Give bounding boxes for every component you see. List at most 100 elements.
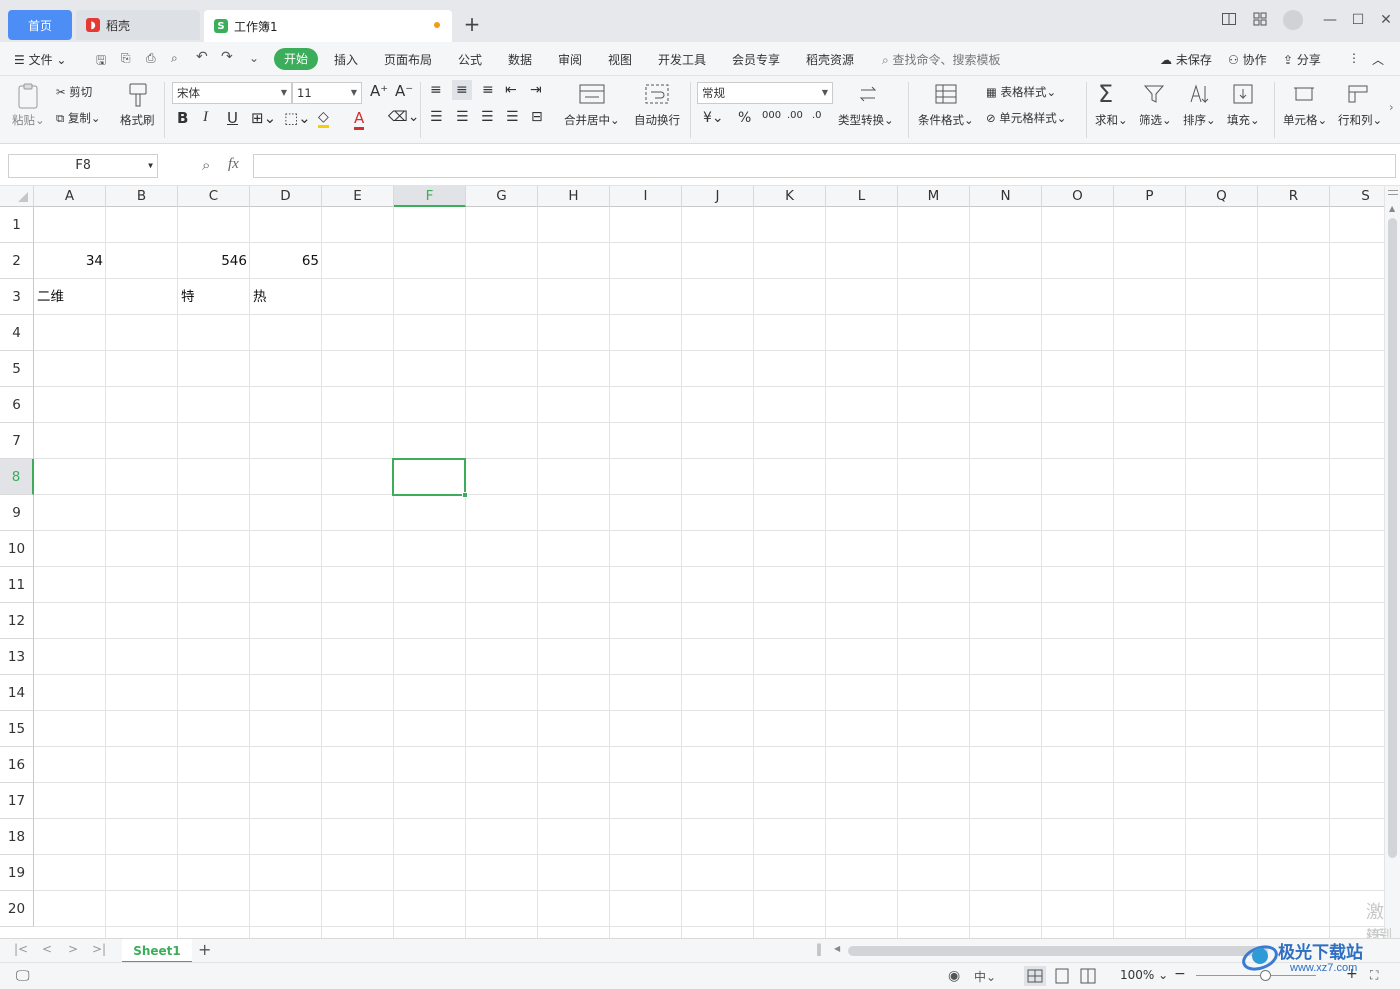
column-header-n[interactable]: N	[970, 186, 1042, 207]
row-header-6[interactable]: 6	[0, 387, 34, 423]
column-header-i[interactable]: I	[610, 186, 682, 207]
quick-access-dropdown-icon[interactable]: ⌄	[249, 51, 259, 65]
row-header-5[interactable]: 5	[0, 351, 34, 387]
decrease-font-icon[interactable]: A⁻	[395, 82, 413, 100]
number-format-select[interactable]: 常规 ▼	[697, 82, 833, 104]
align-top-icon[interactable]: ≡	[430, 82, 442, 98]
conditional-format-icon[interactable]	[934, 82, 958, 109]
row-header-1[interactable]: 1	[0, 207, 34, 243]
font-name-select[interactable]: 宋体 ▼	[172, 82, 292, 104]
cell-area[interactable]: 34 546 65 二维 特热	[34, 207, 1384, 938]
sum-button[interactable]: 求和⌄	[1095, 112, 1128, 128]
row-header-19[interactable]: 19	[0, 855, 34, 891]
filter-button[interactable]: 筛选⌄	[1139, 112, 1172, 128]
column-header-g[interactable]: G	[466, 186, 538, 207]
cell-a2[interactable]: 34	[34, 243, 106, 279]
print-icon[interactable]: ⎙	[146, 51, 156, 66]
border-icon[interactable]: ⊞⌄	[251, 109, 276, 127]
sheet-tab[interactable]: Sheet1	[122, 939, 192, 963]
cell-button[interactable]: 单元格⌄	[1283, 112, 1327, 128]
column-header-j[interactable]: J	[682, 186, 754, 207]
page-layout-view-icon[interactable]	[1052, 966, 1072, 989]
row-header-12[interactable]: 12	[0, 603, 34, 639]
italic-icon[interactable]: I	[203, 109, 208, 126]
undo-icon[interactable]: ↶	[196, 49, 208, 65]
justify-icon[interactable]: ☰	[506, 109, 519, 125]
new-tab-button[interactable]: +	[462, 12, 482, 36]
first-sheet-icon[interactable]: |<	[14, 942, 28, 956]
currency-icon[interactable]: ¥⌄	[703, 110, 724, 126]
maximize-icon[interactable]: ☐	[1348, 11, 1368, 29]
column-header-q[interactable]: Q	[1186, 186, 1258, 207]
eye-protection-icon[interactable]: ◉	[948, 968, 960, 984]
row-header-18[interactable]: 18	[0, 819, 34, 855]
format-painter-icon[interactable]	[126, 82, 150, 113]
thousands-icon[interactable]: 000	[762, 110, 781, 121]
formula-input[interactable]	[253, 154, 1396, 178]
row-header-13[interactable]: 13	[0, 639, 34, 675]
wrap-text-button[interactable]: 自动换行	[634, 112, 680, 128]
save-icon[interactable]: 🖫	[96, 51, 106, 72]
ribbon-scroll-right-icon[interactable]: ›	[1389, 100, 1394, 114]
bold-icon[interactable]: B	[177, 109, 188, 127]
sum-icon[interactable]: Σ	[1098, 80, 1113, 108]
menu-formula[interactable]: 公式	[458, 51, 482, 68]
column-header-d[interactable]: D	[250, 186, 322, 207]
align-left-icon[interactable]: ☰	[430, 109, 443, 125]
row-header-8[interactable]: 8	[0, 459, 34, 495]
column-header-p[interactable]: P	[1114, 186, 1186, 207]
filter-icon[interactable]	[1142, 82, 1166, 109]
font-color-icon[interactable]: A	[354, 109, 365, 130]
distribute-icon[interactable]: ⊟	[531, 109, 543, 125]
unsaved-status[interactable]: ☁ 未保存	[1160, 51, 1212, 68]
vertical-scroll-thumb[interactable]	[1388, 218, 1397, 858]
normal-view-button[interactable]	[1024, 966, 1046, 986]
scroll-left-icon[interactable]: ◀	[834, 944, 840, 953]
tab-docer[interactable]: ◗ 稻壳	[76, 10, 200, 40]
input-method-icon[interactable]: 中⌄	[974, 968, 996, 985]
macro-record-icon[interactable]: 🖵	[16, 968, 30, 984]
menu-developer[interactable]: 开发工具	[658, 51, 706, 68]
menu-member[interactable]: 会员专享	[732, 51, 780, 68]
sort-button[interactable]: 排序⌄	[1183, 112, 1216, 128]
column-header-m[interactable]: M	[898, 186, 970, 207]
prev-sheet-icon[interactable]: <	[42, 942, 52, 956]
function-icon[interactable]: fx	[228, 156, 239, 173]
row-header-16[interactable]: 16	[0, 747, 34, 783]
column-header-a[interactable]: A	[34, 186, 106, 207]
row-header-17[interactable]: 17	[0, 783, 34, 819]
underline-icon[interactable]: U	[227, 109, 238, 127]
row-header-3[interactable]: 3	[0, 279, 34, 315]
cell-c2[interactable]: 546	[178, 243, 250, 279]
decrease-indent-icon[interactable]: ⇤	[505, 82, 517, 98]
split-handle-icon[interactable]	[1388, 190, 1398, 191]
fill-button[interactable]: 填充⌄	[1227, 112, 1260, 128]
row-col-icon[interactable]	[1346, 82, 1370, 109]
menu-insert[interactable]: 插入	[334, 51, 358, 68]
last-sheet-icon[interactable]: >|	[92, 942, 106, 956]
horizontal-scroll-thumb[interactable]	[848, 946, 1268, 956]
fill-handle[interactable]	[462, 492, 468, 498]
split-bar-icon[interactable]: ‖	[816, 942, 822, 956]
active-cell-cursor[interactable]	[392, 458, 468, 498]
column-header-f[interactable]: F	[394, 186, 466, 207]
font-size-select[interactable]: 11 ▼	[292, 82, 362, 104]
column-header-r[interactable]: R	[1258, 186, 1330, 207]
eraser-icon[interactable]: ⌫⌄	[388, 109, 420, 125]
command-search[interactable]: ⌕ 查找命令、搜索模板	[882, 51, 1001, 68]
format-painter-button[interactable]: 格式刷	[120, 112, 155, 128]
cell-a3[interactable]: 二维	[34, 279, 106, 315]
increase-decimal-icon[interactable]: .00	[787, 110, 803, 121]
fill-style-icon[interactable]: ⬚⌄	[284, 109, 311, 127]
type-convert-button[interactable]: 类型转换⌄	[838, 112, 894, 128]
redo-icon[interactable]: ↷	[221, 49, 233, 65]
merge-center-icon[interactable]	[578, 82, 606, 109]
row-header-4[interactable]: 4	[0, 315, 34, 351]
zoom-level[interactable]: 100% ⌄	[1120, 968, 1168, 982]
cell-d2[interactable]: 65	[250, 243, 322, 279]
zoom-search-icon[interactable]: ⌕	[202, 156, 210, 174]
menu-data[interactable]: 数据	[508, 51, 532, 68]
layout-icon[interactable]	[1219, 11, 1239, 29]
row-header-9[interactable]: 9	[0, 495, 34, 531]
row-header-14[interactable]: 14	[0, 675, 34, 711]
